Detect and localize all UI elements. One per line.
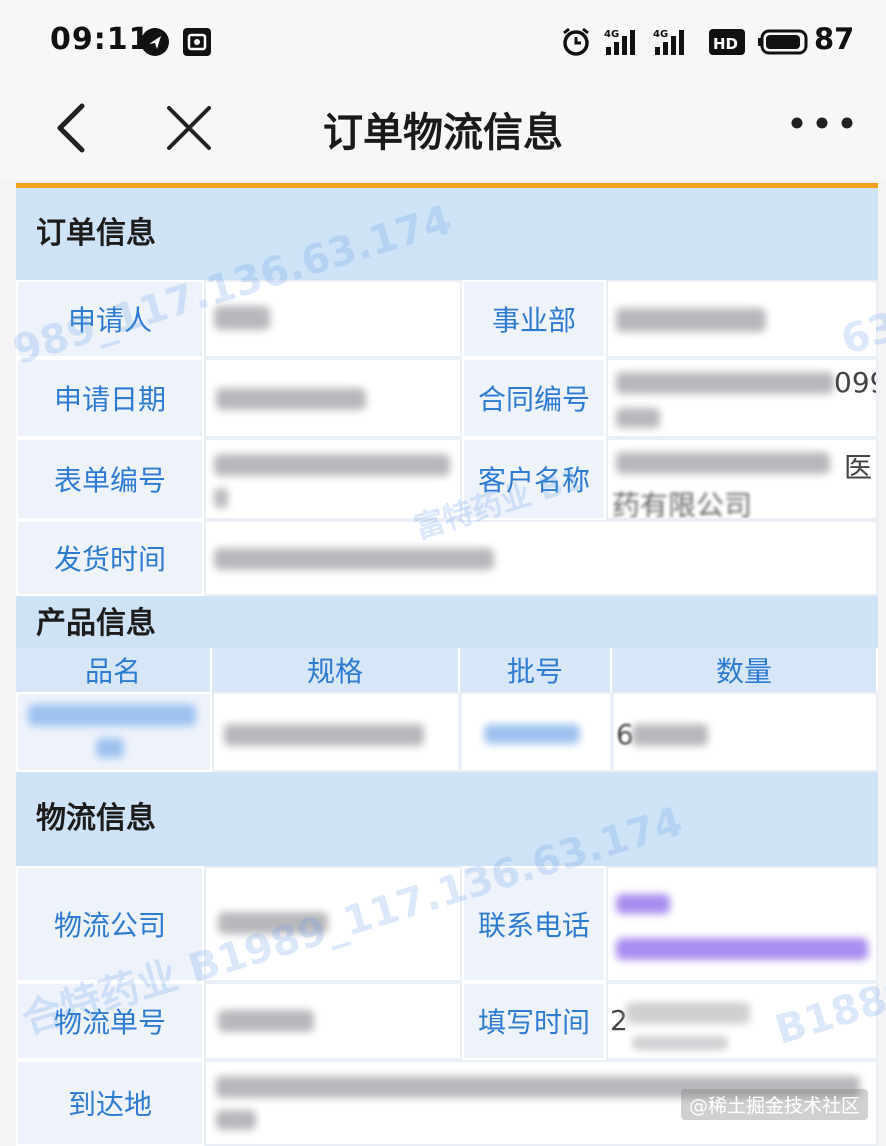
hd-label: HD — [713, 35, 738, 53]
order-section-header: 订单信息 — [16, 188, 878, 280]
customer-label: 客户名称 — [462, 438, 606, 520]
col-batch: 批号 — [460, 648, 612, 692]
product-section-header: 产品信息 — [16, 596, 878, 648]
signal-label: 4G — [604, 29, 619, 40]
battery-icon — [758, 29, 808, 55]
batch-cell — [460, 692, 612, 772]
destination-label: 到达地 — [16, 1060, 204, 1146]
contract-no-value: 099 — [606, 358, 878, 438]
department-label: 事业部 — [462, 280, 606, 358]
tracking-no-value — [204, 982, 462, 1060]
fill-time-value: 2 — [606, 982, 878, 1060]
customer-partial-1: 医 — [844, 451, 873, 484]
logistics-company-value — [204, 866, 462, 982]
quantity-cell: 6 — [612, 692, 878, 772]
form-no-value — [204, 438, 462, 520]
ship-time-label: 发货时间 — [16, 520, 204, 596]
signal-label: 4G — [653, 29, 668, 40]
product-row[interactable]: 6 — [16, 692, 878, 772]
more-icon[interactable] — [790, 116, 854, 130]
logistics-company-label: 物流公司 — [16, 866, 204, 982]
contact-phone-label: 联系电话 — [462, 866, 606, 982]
contract-no-suffix: 099 — [834, 366, 876, 399]
signal-icon: 4G — [604, 29, 635, 55]
alarm-icon — [563, 27, 589, 56]
department-value — [606, 280, 878, 358]
battery-percent: 87 — [814, 22, 855, 56]
ship-time-value — [204, 520, 878, 596]
logistics-section-header: 物流信息 — [16, 772, 878, 866]
source-watermark: @稀土掘金技术社区 — [680, 1089, 868, 1120]
contract-no-label: 合同编号 — [462, 358, 606, 438]
status-time: 09:11 — [50, 22, 151, 57]
applicant-label: 申请人 — [16, 280, 204, 358]
location-icon — [141, 28, 169, 56]
status-bar: 09:11 4G 4G HD 87 — [0, 0, 886, 82]
fill-time-label: 填写时间 — [462, 982, 606, 1060]
applicant-value — [204, 280, 462, 358]
apply-date-value — [204, 358, 462, 438]
col-quantity: 数量 — [612, 648, 878, 692]
order-logistics-content: 订单信息 申请人 事业部 申请日期 合同编号 099 表单编号 客户名称 医 药… — [16, 188, 878, 1146]
nav-bar: 订单物流信息 — [0, 82, 886, 180]
signal-icon: 4G — [653, 29, 684, 55]
col-product-name: 品名 — [16, 648, 212, 692]
customer-partial-2: 药有限公司 — [612, 489, 753, 520]
apply-date-label: 申请日期 — [16, 358, 204, 438]
screenshot-icon — [183, 28, 211, 56]
tracking-no-label: 物流单号 — [16, 982, 204, 1060]
page-title: 订单物流信息 — [323, 110, 563, 156]
product-name-cell — [16, 692, 212, 772]
contact-phone-value[interactable] — [606, 866, 878, 982]
spec-cell — [212, 692, 460, 772]
product-table-header: 品名 规格 批号 数量 — [16, 648, 878, 692]
hd-icon: HD — [709, 29, 745, 55]
form-no-label: 表单编号 — [16, 438, 204, 520]
col-spec: 规格 — [212, 648, 460, 692]
customer-value: 医 药有限公司 — [606, 438, 878, 520]
